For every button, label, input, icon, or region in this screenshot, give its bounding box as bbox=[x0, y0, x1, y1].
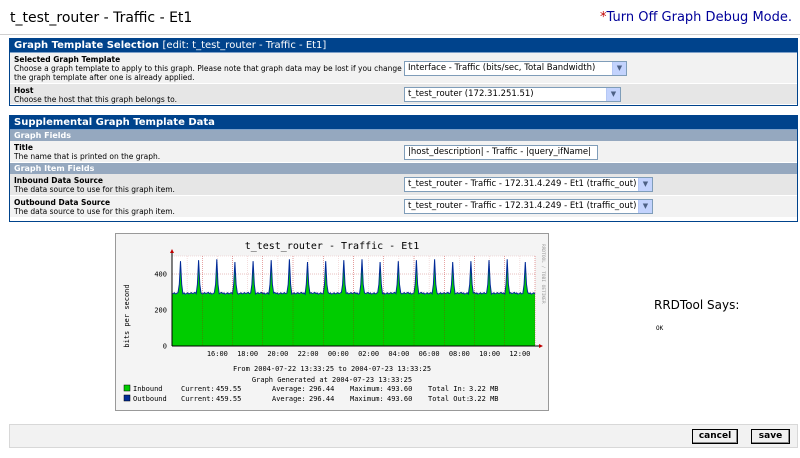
legend-swatch bbox=[123, 394, 131, 402]
legend-maximum-label: Maximum: bbox=[350, 385, 384, 393]
legend-average: 296.44 bbox=[309, 395, 334, 403]
rrdtool-result: OK bbox=[656, 325, 664, 332]
host-label-block: Host Choose the host that this graph bel… bbox=[14, 86, 404, 104]
legend-name: Outbound bbox=[133, 395, 167, 403]
edit-note: [edit: t_test_router - Traffic - Et1] bbox=[162, 40, 327, 51]
outbound-source-select[interactable]: t_test_router - Traffic - 172.31.4.249 -… bbox=[404, 199, 653, 214]
x-tick-label: 10:00 bbox=[479, 350, 500, 358]
legend-swatch bbox=[123, 384, 131, 392]
traffic-graph-svg: t_test_router - Traffic - Et1 bits per s… bbox=[123, 241, 546, 403]
period-line: From 2004-07-22 13:33:25 to 2004-07-23 1… bbox=[233, 365, 431, 373]
x-tick-label: 12:00 bbox=[509, 350, 530, 358]
page-title: t_test_router - Traffic - Et1 bbox=[10, 10, 193, 26]
outbound-row: Outbound Data Source The data source to … bbox=[10, 196, 797, 218]
debug-link-label: Turn Off Graph Debug Mode. bbox=[606, 10, 792, 25]
form-footer: cancel save bbox=[9, 424, 798, 448]
legend-current-label: Current: bbox=[181, 385, 215, 393]
legend-current-label: Current: bbox=[181, 395, 215, 403]
graph-fields-heading: Graph Fields bbox=[10, 130, 797, 141]
save-button[interactable]: save bbox=[751, 429, 790, 444]
legend-total-label: Total Out: bbox=[428, 395, 470, 403]
traffic-graph: t_test_router - Traffic - Et1 bits per s… bbox=[115, 233, 549, 411]
y-axis-arrow bbox=[170, 249, 174, 253]
panel-heading: Graph Template Selection [edit: t_test_r… bbox=[10, 39, 797, 53]
template-description: Choose a graph template to apply to this… bbox=[14, 64, 402, 82]
generated-line: Graph Generated at 2004-07-23 13:33:25 bbox=[252, 376, 412, 384]
chevron-down-icon[interactable]: ▼ bbox=[638, 178, 652, 191]
panel-heading: Supplemental Graph Template Data bbox=[10, 116, 797, 130]
panel-heading-label: Supplemental Graph Template Data bbox=[14, 117, 215, 128]
legend-current: 459.55 bbox=[216, 395, 241, 403]
legend-total-label: Total In: bbox=[428, 385, 466, 393]
x-tick-label: 06:00 bbox=[419, 350, 440, 358]
inbound-label: Inbound Data Source bbox=[14, 176, 103, 185]
x-tick-label: 00:00 bbox=[328, 350, 349, 358]
x-axis-arrow bbox=[539, 344, 543, 348]
title-label-block: Title The name that is printed on the gr… bbox=[14, 143, 404, 161]
rrdtool-credit: RRDTOOL / TOBI OETIKER bbox=[540, 244, 546, 304]
y-tick-label: 0 bbox=[163, 343, 167, 351]
debug-mode-link[interactable]: *Turn Off Graph Debug Mode. bbox=[600, 10, 792, 25]
legend-maximum: 493.60 bbox=[387, 395, 412, 403]
legend-average-label: Average: bbox=[272, 395, 306, 403]
title-label: Title bbox=[14, 143, 33, 152]
x-tick-label: 20:00 bbox=[267, 350, 288, 358]
legend-maximum-label: Maximum: bbox=[350, 395, 384, 403]
legend-total: 3.22 MB bbox=[469, 395, 499, 403]
y-axis-label: bits per second bbox=[123, 284, 131, 347]
x-tick-label: 04:00 bbox=[388, 350, 409, 358]
rrdtool-says-label: RRDTool Says: bbox=[654, 298, 740, 312]
y-tick-label: 200 bbox=[154, 307, 167, 315]
chevron-down-icon[interactable]: ▼ bbox=[612, 62, 626, 75]
legend-maximum: 493.60 bbox=[387, 385, 412, 393]
graph-template-value: Interface - Traffic (bits/sec, Total Ban… bbox=[408, 63, 596, 73]
inbound-description: The data source to use for this graph it… bbox=[14, 185, 175, 194]
inbound-label-block: Inbound Data Source The data source to u… bbox=[14, 176, 404, 194]
plot-area: 0 200 400 16:00 18:00 20:00 22:00 00:00 02:00 04:… bbox=[154, 249, 543, 358]
x-tick-label: 08:00 bbox=[449, 350, 470, 358]
y-tick-label: 400 bbox=[154, 271, 167, 279]
inbound-source-value: t_test_router - Traffic - 172.31.4.249 -… bbox=[408, 179, 637, 189]
legend-average-label: Average: bbox=[272, 385, 306, 393]
chevron-down-icon[interactable]: ▼ bbox=[638, 200, 652, 213]
legend-name: Inbound bbox=[133, 385, 163, 393]
panel-heading-label: Graph Template Selection bbox=[14, 40, 160, 51]
graph-legend: Inbound Current: 459.55 Average: 296.44 Maxim… bbox=[123, 384, 499, 403]
x-tick-label: 02:00 bbox=[358, 350, 379, 358]
top-bar: t_test_router - Traffic - Et1 *Turn Off … bbox=[0, 0, 800, 35]
host-row: Host Choose the host that this graph bel… bbox=[10, 84, 797, 105]
graph-template-panel: Graph Template Selection [edit: t_test_r… bbox=[9, 38, 798, 106]
legend-current: 459.55 bbox=[216, 385, 241, 393]
x-tick-label: 18:00 bbox=[237, 350, 258, 358]
host-value: t_test_router (172.31.251.51) bbox=[408, 89, 534, 99]
outbound-label-block: Outbound Data Source The data source to … bbox=[14, 198, 404, 216]
legend-average: 296.44 bbox=[309, 385, 334, 393]
legend-total: 3.22 MB bbox=[469, 385, 499, 393]
template-label: Selected Graph Template bbox=[14, 55, 121, 64]
x-tick-label: 16:00 bbox=[207, 350, 228, 358]
x-tick-label: 22:00 bbox=[298, 350, 319, 358]
outbound-source-value: t_test_router - Traffic - 172.31.4.249 -… bbox=[408, 201, 637, 211]
title-description: The name that is printed on the graph. bbox=[14, 152, 161, 161]
host-select[interactable]: t_test_router (172.31.251.51) ▼ bbox=[404, 87, 621, 102]
outbound-description: The data source to use for this graph it… bbox=[14, 207, 175, 216]
template-label-block: Selected Graph Template Choose a graph t… bbox=[14, 55, 404, 82]
chart-title: t_test_router - Traffic - Et1 bbox=[245, 241, 420, 252]
host-description: Choose the host that this graph belongs … bbox=[14, 95, 177, 104]
chevron-down-icon[interactable]: ▼ bbox=[606, 88, 620, 101]
cancel-button[interactable]: cancel bbox=[692, 429, 738, 444]
graph-template-select[interactable]: Interface - Traffic (bits/sec, Total Ban… bbox=[404, 61, 627, 76]
supplemental-panel: Supplemental Graph Template Data Graph F… bbox=[9, 115, 798, 222]
graph-title-input[interactable]: |host_description| - Traffic - |query_if… bbox=[404, 145, 598, 160]
graph-item-fields-heading: Graph Item Fields bbox=[10, 163, 797, 174]
title-row: Title The name that is printed on the gr… bbox=[10, 141, 797, 163]
host-label: Host bbox=[14, 86, 34, 95]
inbound-source-select[interactable]: t_test_router - Traffic - 172.31.4.249 -… bbox=[404, 177, 653, 192]
inbound-row: Inbound Data Source The data source to u… bbox=[10, 174, 797, 196]
template-row: Selected Graph Template Choose a graph t… bbox=[10, 53, 797, 84]
outbound-label: Outbound Data Source bbox=[14, 198, 111, 207]
